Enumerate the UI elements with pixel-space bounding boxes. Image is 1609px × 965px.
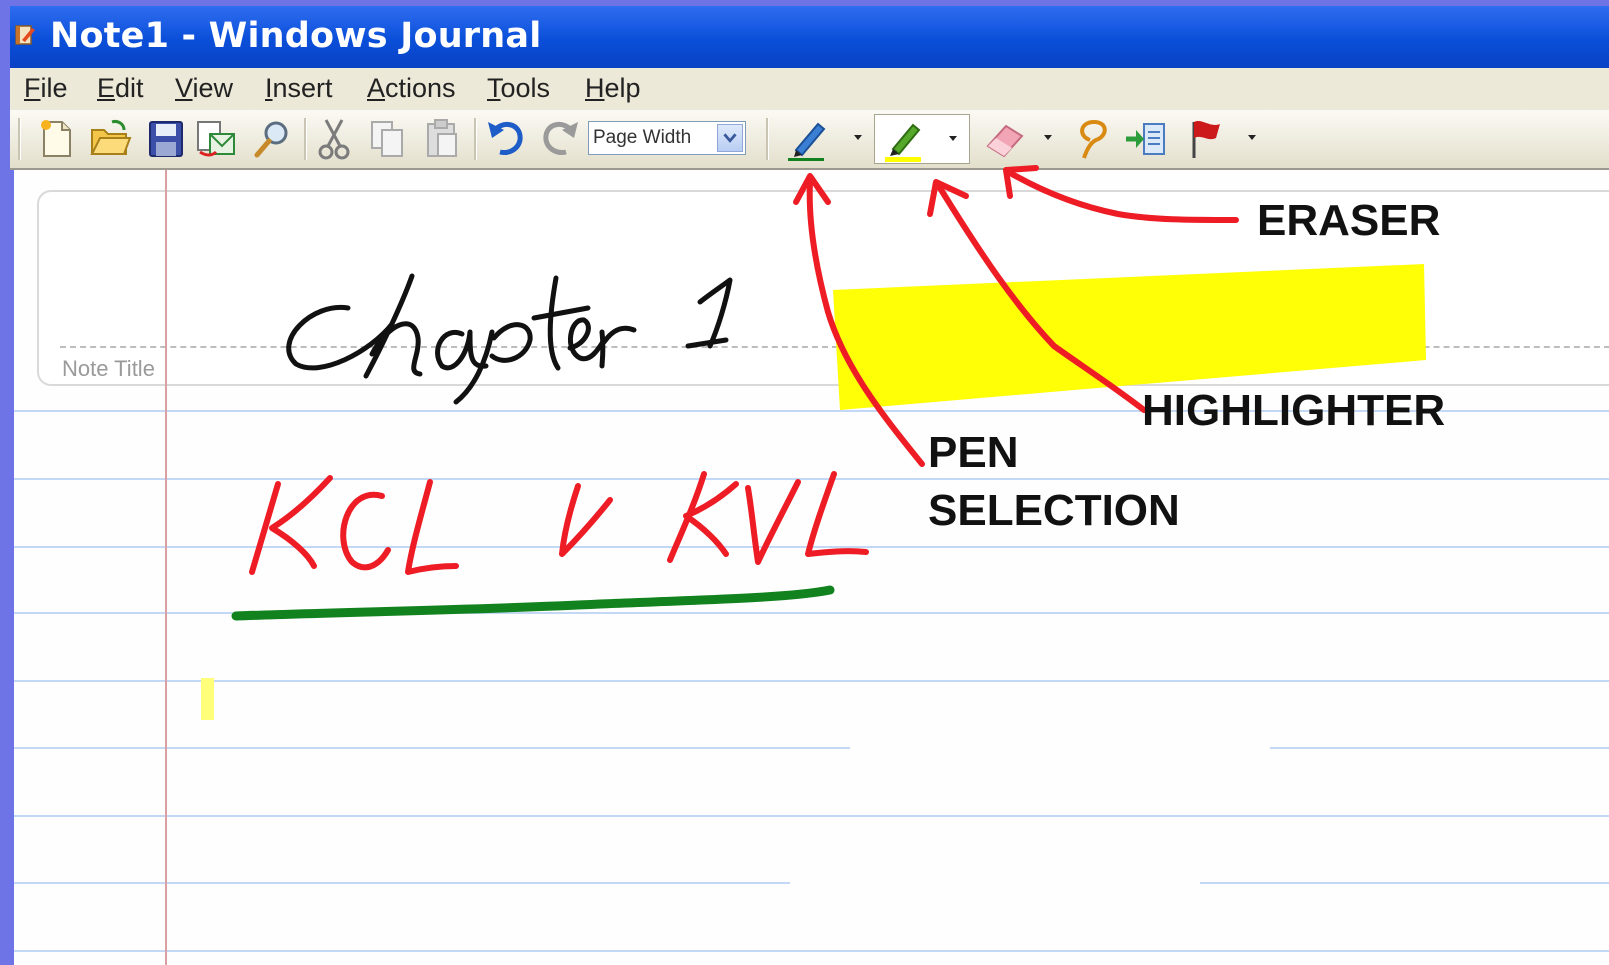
pen-callout-line2: SELECTION: [928, 486, 1180, 535]
handwriting-title: [286, 273, 733, 405]
ink-layer: [201, 165, 1426, 720]
window-left-edge: [10, 170, 14, 965]
handwriting-red: [249, 471, 869, 575]
eraser-callout: ERASER: [1257, 196, 1441, 245]
pen-callout-line1: PEN: [928, 428, 1019, 477]
highlighter-dab: [201, 678, 214, 720]
eraser-arrow: [1009, 171, 1239, 223]
green-underline-stroke: [231, 585, 835, 621]
journal-window: Note1 - Windows Journal File Edit View I…: [10, 6, 1609, 965]
highlighter-callout: HIGHLIGHTER: [1142, 386, 1446, 435]
